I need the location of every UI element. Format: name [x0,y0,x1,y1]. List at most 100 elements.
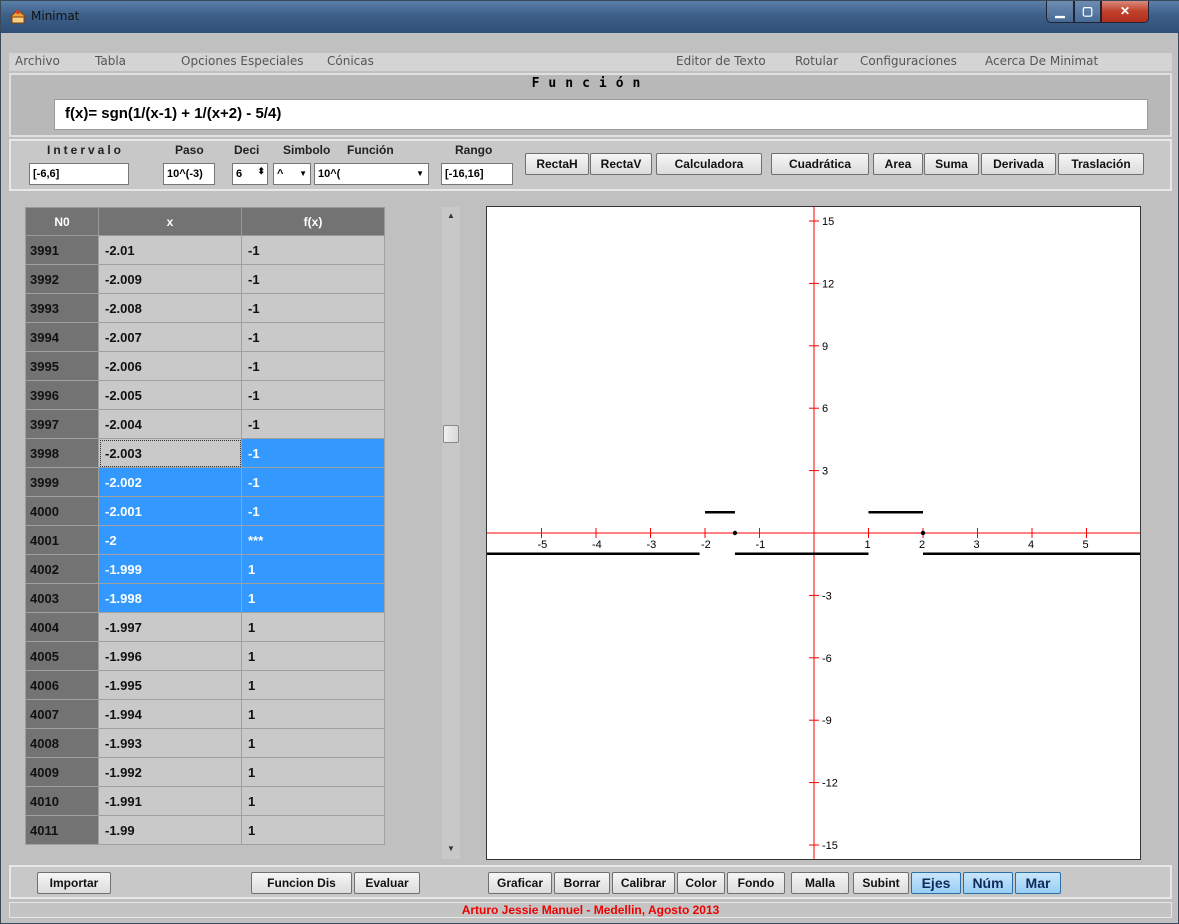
table-row[interactable]: 4011 -1.99 1 [25,815,385,845]
calculadora-button[interactable]: Calculadora [656,153,762,175]
table-row[interactable]: 3994 -2.007 -1 [25,322,385,352]
row-number-cell[interactable]: 3997 [25,409,99,439]
table-row[interactable]: 4001 -2 *** [25,525,385,555]
x-value-cell[interactable]: -1.993 [98,728,242,758]
x-value-cell[interactable]: -2.009 [98,264,242,294]
x-value-cell[interactable]: -1.998 [98,583,242,613]
simbolo-select[interactable]: ^ ▼ [273,163,311,185]
table-row[interactable]: 3996 -2.005 -1 [25,380,385,410]
table-row[interactable]: 4005 -1.996 1 [25,641,385,671]
menu-opciones-especiales[interactable]: Opciones Especiales [181,54,303,68]
header-fx[interactable]: f(x) [241,207,385,236]
fx-value-cell[interactable]: 1 [241,612,385,642]
fx-value-cell[interactable]: 1 [241,757,385,787]
table-row[interactable]: 4008 -1.993 1 [25,728,385,758]
x-value-cell[interactable]: -2.004 [98,409,242,439]
row-number-cell[interactable]: 4004 [25,612,99,642]
rango-field[interactable]: [-16,16] [441,163,513,185]
fx-value-cell[interactable]: 1 [241,583,385,613]
x-value-cell[interactable]: -1.997 [98,612,242,642]
x-value-cell[interactable]: -1.991 [98,786,242,816]
table-row[interactable]: 3993 -2.008 -1 [25,293,385,323]
scroll-thumb[interactable] [443,425,459,443]
table-row[interactable]: 4004 -1.997 1 [25,612,385,642]
x-value-cell[interactable]: -1.994 [98,699,242,729]
fx-value-cell[interactable]: -1 [241,235,385,265]
row-number-cell[interactable]: 4009 [25,757,99,787]
row-number-cell[interactable]: 4002 [25,554,99,584]
fx-value-cell[interactable]: 1 [241,728,385,758]
menu-configuraciones[interactable]: Configuraciones [860,54,957,68]
funcion-dis-button[interactable]: Funcion Dis [251,872,352,894]
x-value-cell[interactable]: -2.008 [98,293,242,323]
recta-h-button[interactable]: RectaH [525,153,589,175]
row-number-cell[interactable]: 4008 [25,728,99,758]
x-value-cell[interactable]: -1.999 [98,554,242,584]
table-row[interactable]: 3997 -2.004 -1 [25,409,385,439]
fondo-button[interactable]: Fondo [727,872,785,894]
fx-value-cell[interactable]: 1 [241,699,385,729]
graficar-button[interactable]: Graficar [488,872,552,894]
row-number-cell[interactable]: 4011 [25,815,99,845]
row-number-cell[interactable]: 4005 [25,641,99,671]
chevron-down-icon[interactable]: ▼ [299,169,307,178]
x-value-cell[interactable]: -2 [98,525,242,555]
calibrar-button[interactable]: Calibrar [612,872,675,894]
x-value-cell[interactable]: -1.996 [98,641,242,671]
x-value-cell[interactable]: -2.007 [98,322,242,352]
menu-rotular[interactable]: Rotular [795,54,838,68]
x-value-cell[interactable]: -1.99 [98,815,242,845]
table-scrollbar[interactable]: ▲ ▼ [442,207,460,859]
mar-toggle[interactable]: Mar [1015,872,1061,894]
num-toggle[interactable]: Núm [963,872,1013,894]
x-value-cell[interactable]: -2.005 [98,380,242,410]
chevron-down-icon[interactable]: ▼ [416,169,424,178]
color-button[interactable]: Color [677,872,725,894]
maximize-button[interactable]: ▢ [1074,1,1101,23]
row-number-cell[interactable]: 4007 [25,699,99,729]
row-number-cell[interactable]: 3995 [25,351,99,381]
x-value-cell[interactable]: -2.002 [98,467,242,497]
paso-field[interactable]: 10^(-3) [163,163,215,185]
funcion-select[interactable]: 10^( ▼ [314,163,429,185]
fx-value-cell[interactable]: 1 [241,641,385,671]
fx-value-cell[interactable]: -1 [241,322,385,352]
fx-value-cell[interactable]: -1 [241,380,385,410]
fx-value-cell[interactable]: 1 [241,670,385,700]
table-row[interactable]: 4003 -1.998 1 [25,583,385,613]
menu-archivo[interactable]: Archivo [15,54,60,68]
menu-tabla[interactable]: Tabla [95,54,126,68]
table-row[interactable]: 4002 -1.999 1 [25,554,385,584]
subint-button[interactable]: Subint [853,872,909,894]
x-value-cell[interactable]: -1.995 [98,670,242,700]
x-value-cell[interactable]: -2.006 [98,351,242,381]
cuadratica-button[interactable]: Cuadrática [771,153,869,175]
title-bar[interactable]: Minimat ▁ ▢ ✕ [1,1,1179,33]
row-number-cell[interactable]: 3996 [25,380,99,410]
fx-value-cell[interactable]: -1 [241,264,385,294]
row-number-cell[interactable]: 4003 [25,583,99,613]
row-number-cell[interactable]: 3991 [25,235,99,265]
fx-value-cell[interactable]: 1 [241,554,385,584]
header-n0[interactable]: N0 [25,207,99,236]
fx-value-cell[interactable]: -1 [241,496,385,526]
recta-v-button[interactable]: RectaV [590,153,652,175]
table-row[interactable]: 4006 -1.995 1 [25,670,385,700]
header-x[interactable]: x [98,207,242,236]
row-number-cell[interactable]: 4006 [25,670,99,700]
fx-value-cell[interactable]: *** [241,525,385,555]
row-number-cell[interactable]: 3999 [25,467,99,497]
fx-value-cell[interactable]: -1 [241,467,385,497]
row-number-cell[interactable]: 3993 [25,293,99,323]
table-row[interactable]: 3999 -2.002 -1 [25,467,385,497]
deci-spinner[interactable]: 6 ⬍ [232,163,268,185]
table-row[interactable]: 3991 -2.01 -1 [25,235,385,265]
table-row[interactable]: 3992 -2.009 -1 [25,264,385,294]
x-value-cell[interactable]: -2.01 [98,235,242,265]
row-number-cell[interactable]: 3992 [25,264,99,294]
table-row[interactable]: 3998 -2.003 -1 [25,438,385,468]
scroll-down-arrow-icon[interactable]: ▼ [447,844,455,853]
derivada-button[interactable]: Derivada [981,153,1056,175]
x-value-cell[interactable]: -2.001 [98,496,242,526]
fx-value-cell[interactable]: 1 [241,815,385,845]
